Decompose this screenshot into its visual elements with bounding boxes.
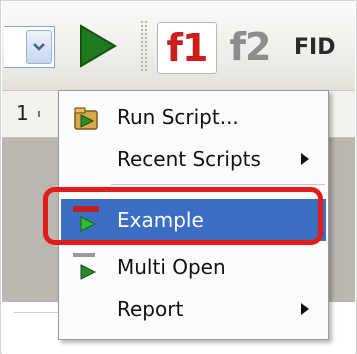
screenshot-frame: f1 f2 FID 1 Run Script... Recent Scripts [0, 0, 357, 354]
script-combo-box[interactable] [4, 26, 55, 68]
toolbar: f1 f2 FID [2, 2, 355, 91]
submenu-arrow-icon [301, 303, 309, 315]
run-script-icon [74, 107, 98, 130]
menu-item-label: Run Script... [117, 105, 239, 129]
chevron-down-icon [33, 43, 45, 51]
menu-item-report[interactable]: Report [61, 289, 326, 329]
menu-item-label: Multi Open [117, 255, 226, 279]
menu-item-multi-open[interactable]: Multi Open [61, 247, 326, 287]
menu-item-label: Report [117, 297, 184, 321]
fid-button[interactable]: FID [294, 30, 356, 66]
play-icon [80, 24, 117, 68]
ruler-number: 1 [16, 101, 29, 125]
script-multi-open-icon [73, 253, 97, 280]
combo-dropdown-button[interactable] [26, 30, 52, 64]
menu-item-label: Recent Scripts [117, 147, 261, 171]
f2-button[interactable]: f2 [221, 22, 279, 72]
annotation-highlight-ring [43, 187, 323, 245]
ruler-tick [38, 111, 40, 117]
menu-item-run-script[interactable]: Run Script... [61, 97, 326, 137]
f1-button[interactable]: f1 [157, 22, 217, 74]
menu-item-recent-scripts[interactable]: Recent Scripts [61, 139, 326, 179]
toolbar-separator [140, 20, 148, 72]
menu-separator [111, 184, 325, 185]
run-button[interactable] [69, 20, 125, 72]
submenu-arrow-icon [301, 153, 309, 165]
